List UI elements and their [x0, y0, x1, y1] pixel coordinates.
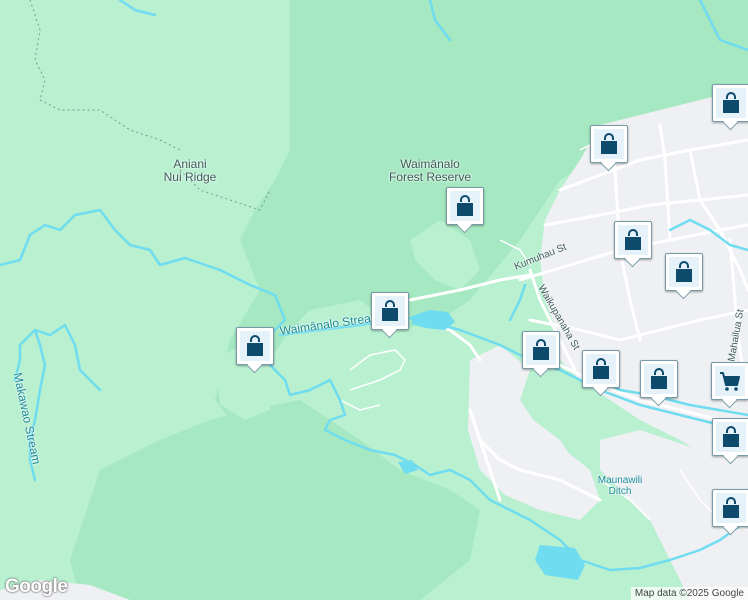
- shopping-bag-icon: [723, 426, 739, 447]
- shopping-bag-icon: [533, 339, 549, 360]
- shopping-cart-marker[interactable]: [711, 362, 748, 400]
- pond-south: [535, 545, 585, 580]
- shopping-bag-marker[interactable]: [590, 125, 628, 163]
- shopping-bag-icon: [625, 229, 641, 250]
- ridge-label: Aniani Nui Ridge: [163, 157, 217, 184]
- shopping-cart-icon: [720, 372, 740, 391]
- shopping-bag-icon: [723, 92, 739, 113]
- maunawili-ditch-label: Maunawili Ditch: [597, 475, 643, 497]
- shopping-bag-icon: [457, 195, 473, 216]
- shopping-bag-marker[interactable]: [522, 331, 560, 369]
- shopping-bag-marker[interactable]: [446, 187, 484, 225]
- shopping-bag-marker[interactable]: [582, 350, 620, 388]
- shopping-bag-marker[interactable]: [712, 84, 748, 122]
- shopping-bag-marker[interactable]: [712, 418, 748, 456]
- shopping-bag-marker[interactable]: [236, 327, 274, 365]
- shopping-bag-icon: [593, 358, 609, 379]
- shopping-bag-marker[interactable]: [614, 221, 652, 259]
- shopping-bag-icon: [676, 261, 692, 282]
- shopping-bag-marker[interactable]: [640, 360, 678, 398]
- forest-area-south: [70, 400, 480, 600]
- google-logo: Google: [5, 576, 68, 597]
- shopping-bag-marker[interactable]: [665, 253, 703, 291]
- shopping-bag-icon: [723, 497, 739, 518]
- shopping-bag-marker[interactable]: [371, 292, 409, 330]
- shopping-bag-icon: [601, 133, 617, 154]
- shopping-bag-icon: [382, 300, 398, 321]
- map-attribution[interactable]: Map data ©2025 Google: [630, 587, 748, 600]
- shopping-bag-icon: [651, 368, 667, 389]
- forest-reserve-label: Waimānalo Forest Reserve: [388, 157, 472, 184]
- shopping-bag-marker[interactable]: [712, 489, 748, 527]
- shopping-bag-icon: [247, 335, 263, 356]
